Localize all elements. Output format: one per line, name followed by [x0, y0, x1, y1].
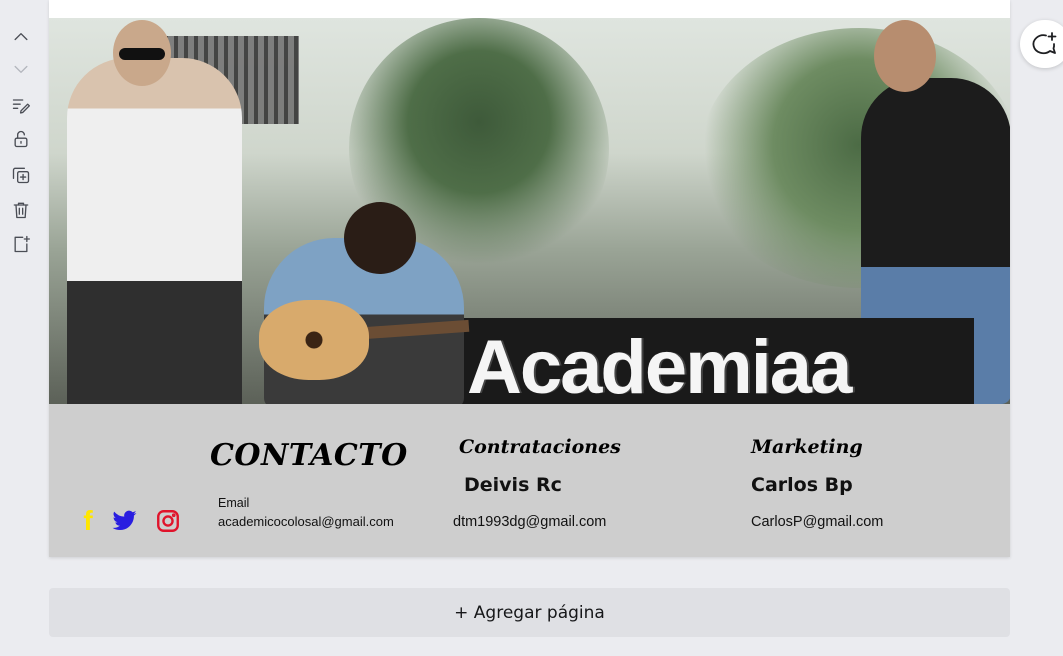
chevron-up-icon: [14, 33, 28, 41]
duplicate-page-button[interactable]: [8, 162, 34, 188]
design-page[interactable]: Academiaa CONTACTO f Email academicocolo…: [49, 0, 1010, 557]
unlock-icon: [14, 130, 28, 148]
marketing-email[interactable]: CarlosP@gmail.com: [751, 514, 883, 530]
lock-page-button[interactable]: [8, 126, 34, 152]
marketing-heading[interactable]: Marketing: [751, 436, 863, 458]
duplicate-icon: [12, 167, 30, 184]
contrataciones-heading[interactable]: Contrataciones: [459, 436, 621, 458]
photo-person-right-head: [874, 20, 936, 92]
instagram-icon[interactable]: [153, 506, 183, 536]
move-page-down-button[interactable]: [8, 56, 34, 82]
contrataciones-email[interactable]: dtm1993dg@gmail.com: [453, 514, 606, 530]
email-label[interactable]: Email: [218, 496, 249, 510]
comment-plus-icon: [1032, 32, 1057, 55]
photo-guitar: [259, 300, 369, 380]
notes-pencil-icon: [12, 99, 31, 114]
trash-icon: [13, 202, 29, 219]
add-page-button[interactable]: + Agregar página: [49, 588, 1010, 637]
move-page-up-button[interactable]: [8, 24, 34, 50]
delete-page-button[interactable]: [8, 197, 34, 223]
add-comment-button[interactable]: [1020, 20, 1063, 68]
add-notes-button[interactable]: [8, 92, 34, 118]
photo-sunglasses: [119, 48, 165, 60]
marketing-name[interactable]: Carlos Bp: [751, 474, 853, 496]
facebook-icon[interactable]: f: [73, 506, 103, 536]
photo-guitarist-head: [344, 202, 416, 274]
contrataciones-name[interactable]: Deivis Rc: [464, 474, 562, 496]
band-photo[interactable]: Academiaa: [49, 18, 1010, 404]
photo-banner-text: Academiaa: [467, 325, 852, 405]
contacto-heading[interactable]: CONTACTO: [210, 438, 408, 473]
chevron-down-icon: [14, 65, 28, 73]
twitter-icon[interactable]: [109, 506, 139, 536]
photo-person-left: [67, 58, 242, 404]
add-page-icon: [14, 235, 31, 253]
add-page-toolbar-button[interactable]: [8, 231, 34, 257]
contact-email[interactable]: academicocolosal@gmail.com: [218, 514, 394, 529]
contact-footer[interactable]: CONTACTO f Email academicocolosal@gmail.…: [49, 404, 1010, 557]
